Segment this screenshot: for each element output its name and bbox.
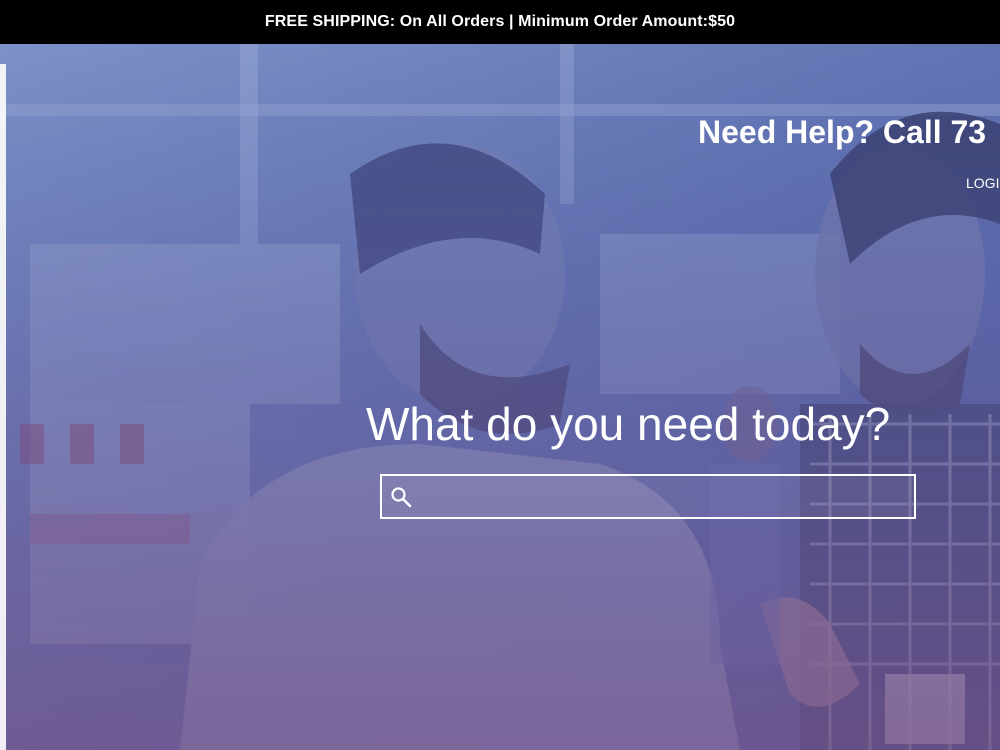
search-input[interactable] — [420, 476, 914, 517]
hero-banner: Need Help? Call 73 LOGI What do you need… — [0, 44, 1000, 750]
hero-edge — [0, 64, 6, 750]
announcement-bar: FREE SHIPPING: On All Orders | Minimum O… — [0, 0, 1000, 44]
help-phone-text: Need Help? Call 73 — [698, 114, 987, 150]
hero-headline: What do you need today? — [366, 398, 891, 450]
login-link[interactable]: LOGI — [966, 175, 999, 191]
search-icon[interactable] — [382, 476, 420, 517]
search-bar[interactable] — [380, 474, 916, 519]
announcement-text: FREE SHIPPING: On All Orders | Minimum O… — [264, 13, 736, 30]
